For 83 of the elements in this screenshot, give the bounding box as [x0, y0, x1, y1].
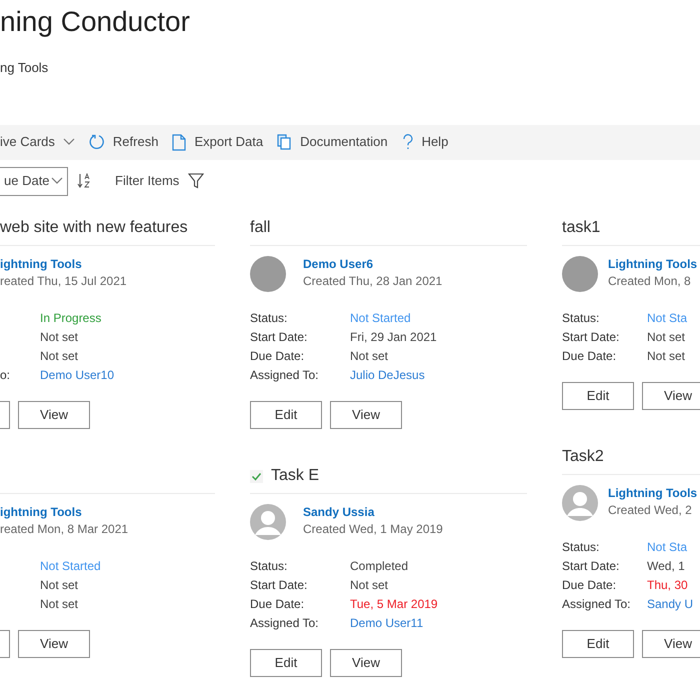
author-link[interactable]: Lightning Tools [608, 256, 698, 272]
view-button[interactable]: View [642, 630, 700, 658]
edit-button[interactable]: Edit [250, 648, 322, 676]
documents-icon [277, 134, 292, 150]
page-title: ning Conductor [0, 5, 191, 39]
field-value: Not set [40, 596, 78, 613]
field-value: Not Sta [647, 310, 688, 327]
author-link[interactable]: ightning Tools [0, 504, 128, 520]
created-date: Created Thu, 28 Jan 2021 [303, 272, 442, 290]
view-button[interactable]: View [18, 630, 90, 658]
field-value: Not set [647, 329, 686, 346]
field-value: Not Sta [647, 539, 688, 556]
created-date: reated Thu, 15 Jul 2021 [0, 272, 127, 290]
created-date: reated Mon, 8 Mar 2021 [0, 520, 128, 538]
card-title: Task2 [562, 447, 604, 467]
view-button[interactable]: View [330, 400, 402, 428]
help-icon [402, 134, 414, 150]
field-label: Start Date: [562, 559, 620, 573]
created-date: Created Mon, 8 [608, 272, 692, 290]
field-label: o: [0, 368, 10, 382]
field-label: Assigned To: [250, 368, 318, 382]
toolbar-button[interactable]: Refresh [88, 132, 158, 152]
field-value: Not Started [350, 310, 411, 327]
sort-dropdown[interactable]: ue Date [0, 166, 68, 196]
field-label: Status: [562, 540, 600, 554]
field-label: Status: [562, 311, 600, 325]
field-value: Demo User10 [40, 367, 114, 384]
author-link[interactable]: Demo User6 [303, 256, 442, 272]
view-button[interactable]: View [18, 400, 90, 428]
chevron-down-icon [51, 177, 63, 185]
created-date: Created Wed, 2 [608, 502, 693, 518]
author-link[interactable]: Sandy Ussia [303, 504, 443, 520]
field-value: Not set [647, 348, 686, 365]
field-value: Fri, 29 Jan 2021 [350, 329, 437, 346]
field-value: Tue, 5 Mar 2019 [350, 596, 438, 613]
document-icon [172, 134, 186, 150]
refresh-icon [88, 134, 105, 150]
check-icon [250, 470, 263, 482]
field-value: Sandy U [647, 596, 694, 613]
field-value: Not set [350, 348, 388, 365]
field-label: Assigned To: [250, 616, 318, 630]
view-button[interactable]: View [330, 648, 402, 676]
field-value: Not set [40, 348, 78, 365]
field-value: In Progress [40, 310, 102, 327]
field-label: Start Date: [562, 330, 620, 344]
toolbar-button[interactable]: Help [402, 132, 448, 152]
card-title: task1 [562, 218, 600, 238]
field-label: Due Date: [250, 597, 304, 611]
edit-button[interactable]: Edit [250, 400, 322, 428]
field-value: Demo User11 [350, 615, 424, 632]
field-label: Start Date: [250, 578, 308, 592]
field-value: Thu, 30 [647, 577, 688, 594]
toolbar-button[interactable]: Documentation [277, 132, 388, 152]
field-value: Not set [40, 329, 78, 346]
view-button[interactable]: View [642, 382, 700, 410]
field-value: Wed, 1 [647, 558, 685, 575]
field-label: Start Date: [250, 330, 308, 344]
filter-icon [188, 173, 204, 189]
card-title: fall [250, 218, 270, 238]
field-value: Julio DeJesus [350, 367, 425, 384]
field-value: Completed [350, 558, 408, 575]
filter-button[interactable]: Filter Items [115, 171, 204, 191]
field-label: Status: [250, 559, 288, 573]
field-label: Assigned To: [562, 597, 630, 611]
author-link[interactable]: Lightning Tools [608, 484, 698, 502]
field-label: Status: [250, 311, 288, 325]
edit-button[interactable]: Edit [562, 382, 634, 410]
sort-order-icon[interactable] [77, 173, 91, 189]
field-label: Due Date: [562, 578, 616, 592]
created-date: Created Wed, 1 May 2019 [303, 520, 443, 538]
chevron-down-icon [62, 138, 75, 146]
edit-button[interactable]: Edit [562, 630, 634, 658]
author-link[interactable]: ightning Tools [0, 256, 127, 272]
card-title: Task E [271, 466, 320, 486]
field-value: Not set [350, 577, 388, 594]
page-subtitle: ng Tools [0, 59, 50, 77]
field-label: Due Date: [250, 349, 304, 363]
toolbar-button[interactable]: ive Cards [0, 132, 75, 152]
field-label: Due Date: [562, 349, 616, 363]
field-value: Not Started [40, 558, 101, 575]
toolbar-button[interactable]: Export Data [172, 132, 264, 152]
card-title: web site with new features [0, 218, 188, 238]
field-value: Not set [40, 577, 78, 594]
